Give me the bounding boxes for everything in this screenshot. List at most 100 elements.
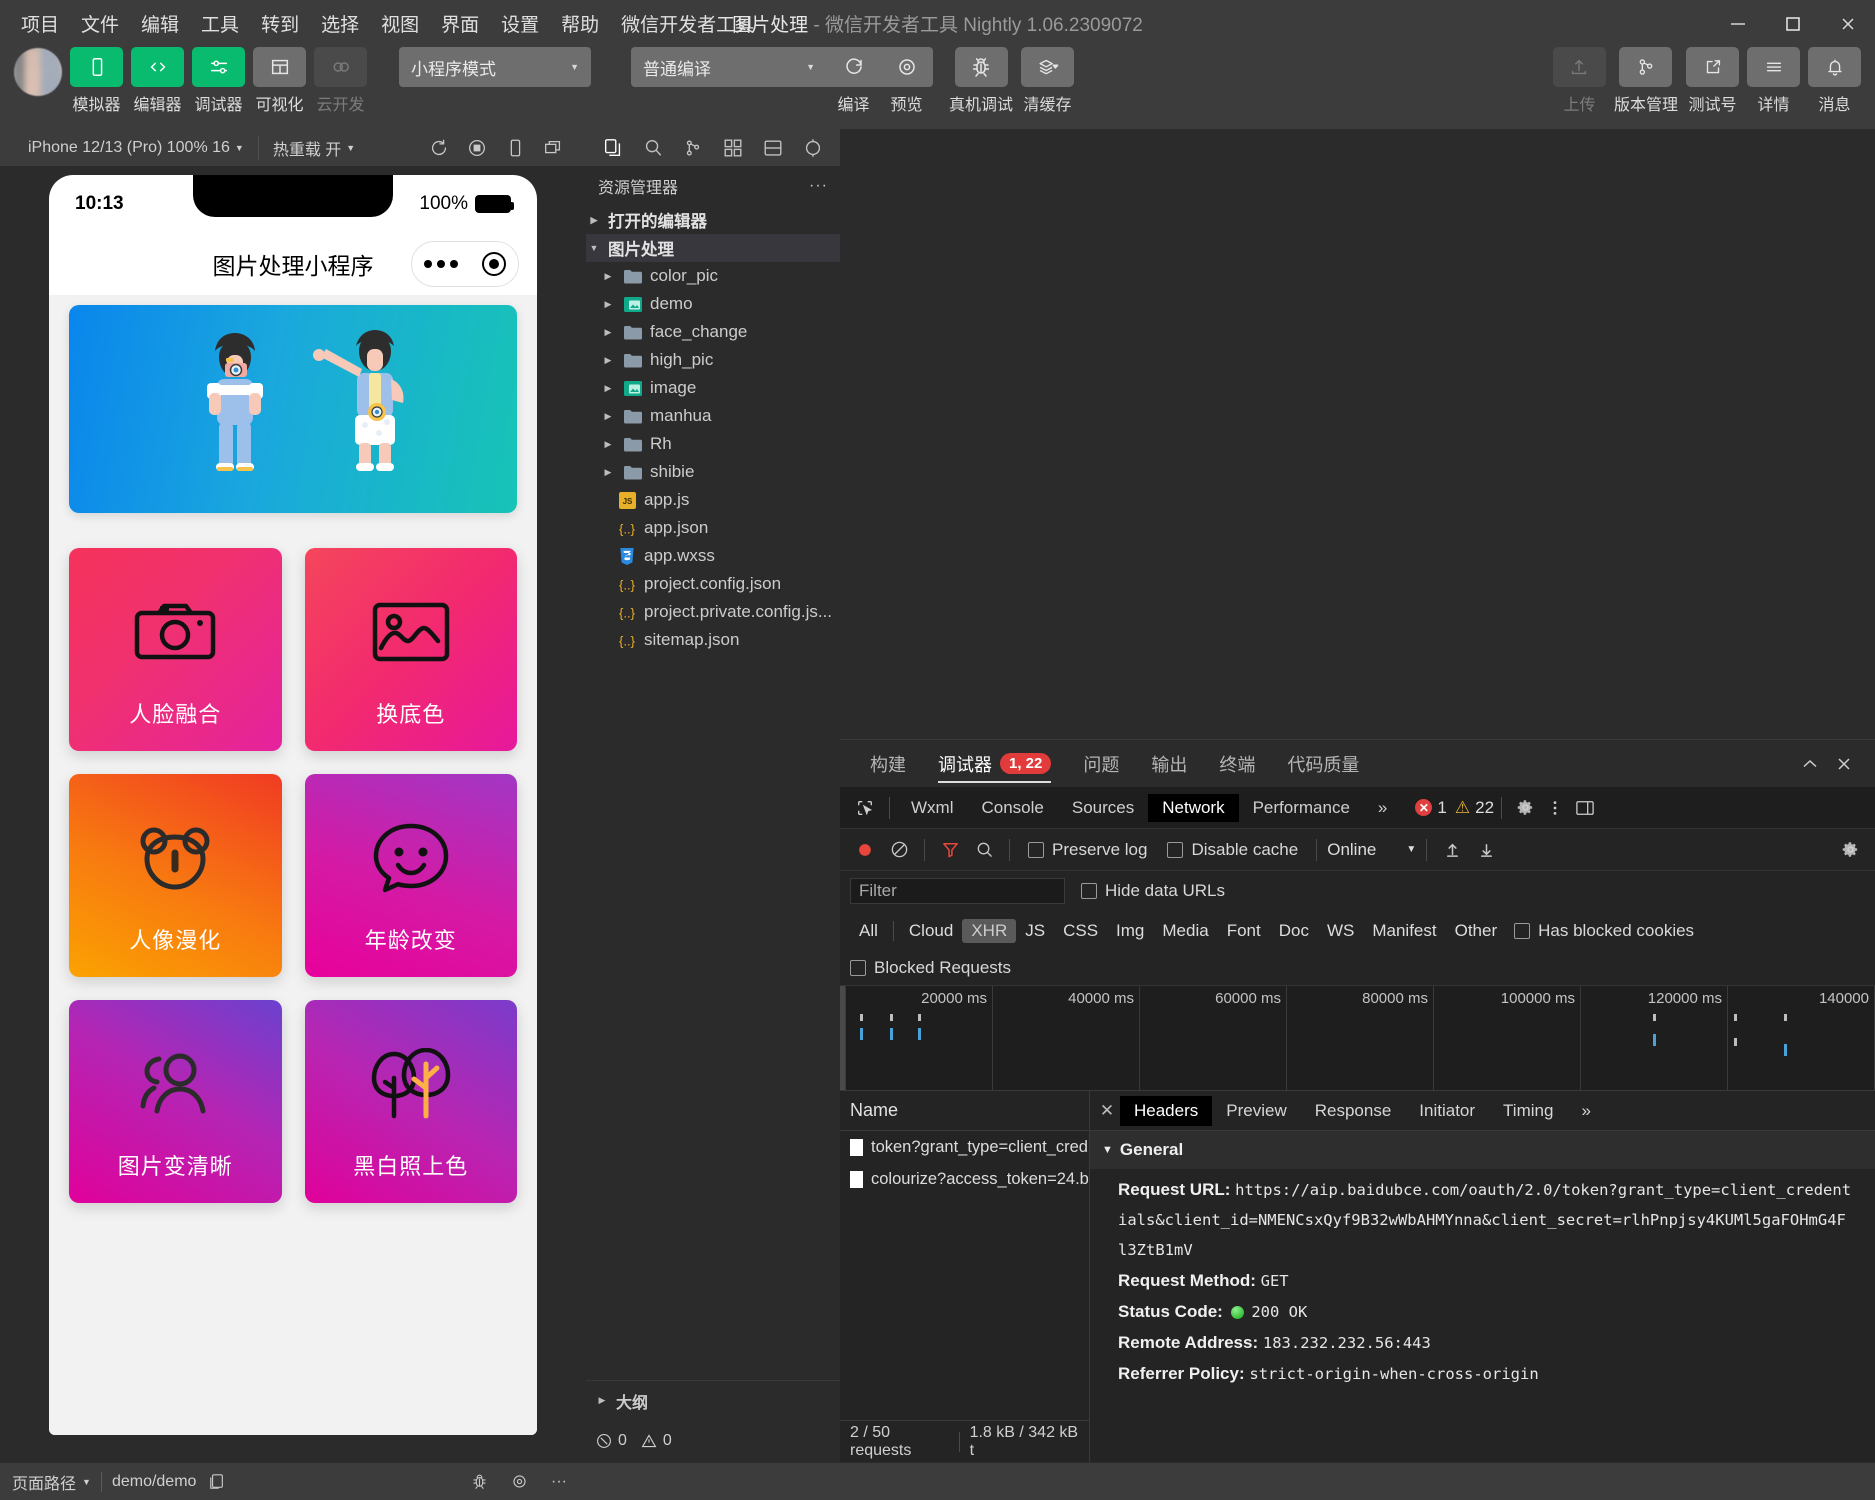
menu-item-devtools[interactable]: 微信开发者工具: [610, 6, 765, 41]
maximize-button[interactable]: [1765, 0, 1820, 47]
close-icon[interactable]: [1827, 746, 1861, 782]
simulator-refresh-icon[interactable]: [420, 137, 458, 159]
tree-section-open-editors[interactable]: ▶ 打开的编辑器: [586, 206, 840, 234]
error-count-item[interactable]: 0: [596, 1432, 627, 1450]
type-filter-font[interactable]: Font: [1218, 919, 1270, 943]
menu-item-edit[interactable]: 编辑: [130, 6, 190, 41]
subtab-sources[interactable]: Sources: [1058, 794, 1148, 822]
feature-card-age-change[interactable]: 年龄改变: [304, 774, 517, 977]
detail-tab-overflow[interactable]: »: [1567, 1096, 1604, 1126]
general-section-header[interactable]: ▼ General: [1090, 1131, 1875, 1169]
toolbar-real-debug[interactable]: 真机调试: [949, 47, 1013, 115]
simulator-device-icon[interactable]: [496, 137, 534, 159]
type-filter-doc[interactable]: Doc: [1270, 919, 1318, 943]
eye-icon[interactable]: [504, 1472, 534, 1491]
menu-item-file[interactable]: 文件: [70, 6, 130, 41]
feature-card-enhance[interactable]: 图片变清晰: [69, 1000, 282, 1203]
tree-item-app-js[interactable]: JS app.js: [586, 486, 840, 514]
compile-select-control[interactable]: 普通编译 ▼: [631, 47, 827, 87]
request-row[interactable]: colourize?access_token=24.b4...: [840, 1163, 1089, 1195]
filter-input[interactable]: Filter: [850, 878, 1065, 904]
close-detail-icon[interactable]: ✕: [1094, 1101, 1120, 1121]
tree-item-face_change[interactable]: ▶ face_change: [586, 318, 840, 346]
inspect-element-icon[interactable]: [848, 799, 882, 817]
toolbar-testid[interactable]: 测试号: [1686, 47, 1739, 115]
files-icon[interactable]: [594, 132, 632, 164]
feature-card-cartoonify[interactable]: 人像漫化: [69, 774, 282, 977]
copy-icon[interactable]: [206, 1473, 228, 1490]
feature-card-colorize[interactable]: 黑白照上色: [304, 1000, 517, 1203]
editor-area[interactable]: [840, 129, 1875, 739]
toolbar-visual[interactable]: 可视化: [253, 47, 306, 115]
subtab-console[interactable]: Console: [967, 794, 1057, 822]
split-icon[interactable]: [754, 132, 792, 164]
toolbar-cloud[interactable]: 云开发: [314, 47, 367, 115]
tree-item-app-wxss[interactable]: app.wxss: [586, 542, 840, 570]
chevron-up-icon[interactable]: [1793, 746, 1827, 782]
tree-item-color_pic[interactable]: ▶ color_pic: [586, 262, 840, 290]
preserve-log-checkbox[interactable]: Preserve log: [1020, 840, 1155, 860]
subtab-network[interactable]: Network: [1148, 793, 1239, 822]
type-filter-js[interactable]: JS: [1016, 919, 1054, 943]
network-timeline[interactable]: 20000 ms 40000 ms 60000 ms 80000 ms 1000…: [840, 985, 1875, 1090]
filter-icon[interactable]: [935, 835, 965, 865]
more-icon[interactable]: ···: [544, 1473, 574, 1491]
subtab-overflow[interactable]: »: [1364, 794, 1401, 822]
error-chip[interactable]: ✕ 1: [1415, 798, 1447, 818]
wechat-capsule[interactable]: [411, 241, 519, 287]
type-filter-other[interactable]: Other: [1446, 919, 1507, 943]
compile-select[interactable]: 普通编译 ▼: [631, 47, 827, 87]
more-icon[interactable]: ···: [809, 177, 828, 195]
close-button[interactable]: [1820, 0, 1875, 47]
type-filter-ws[interactable]: WS: [1318, 919, 1363, 943]
detail-tab-response[interactable]: Response: [1301, 1096, 1406, 1126]
has-blocked-cookies-checkbox[interactable]: Has blocked cookies: [1506, 921, 1702, 941]
toolbar-upload[interactable]: 上传: [1552, 47, 1606, 115]
mode-select-control[interactable]: 小程序模式 ▼: [399, 47, 591, 87]
request-row[interactable]: token?grant_type=client_cred...: [840, 1131, 1089, 1163]
debug-icon[interactable]: [794, 132, 832, 164]
outline-section[interactable]: ▶ 大纲: [586, 1380, 840, 1420]
more-dots-icon[interactable]: [424, 260, 458, 268]
type-filter-manifest[interactable]: Manifest: [1363, 919, 1445, 943]
tree-item-app-json[interactable]: {..} app.json: [586, 514, 840, 542]
tree-item-Rh[interactable]: ▶ Rh: [586, 430, 840, 458]
feature-card-face-fusion[interactable]: 人脸融合: [69, 548, 282, 751]
type-filter-xhr[interactable]: XHR: [962, 919, 1017, 943]
throttling-select[interactable]: Online ▼: [1327, 840, 1416, 860]
type-filter-img[interactable]: Img: [1107, 919, 1153, 943]
network-settings-gear-icon[interactable]: [1835, 835, 1865, 865]
type-filter-all[interactable]: All: [850, 919, 887, 943]
toolbar-preview[interactable]: 预览: [880, 47, 933, 115]
menu-item-interface[interactable]: 界面: [430, 6, 490, 41]
simulator-multiwindow-icon[interactable]: [534, 137, 572, 159]
menu-item-tools[interactable]: 工具: [190, 6, 250, 41]
toolbar-simulator[interactable]: 模拟器: [70, 47, 123, 115]
menu-item-goto[interactable]: 转到: [250, 6, 310, 41]
record-icon[interactable]: [850, 835, 880, 865]
dock-side-icon[interactable]: [1569, 799, 1601, 817]
toolbar-clear-cache[interactable]: 清缓存: [1021, 47, 1075, 115]
page-path-selector[interactable]: 页面路径 ▼: [12, 1470, 91, 1494]
bug-icon[interactable]: [464, 1472, 494, 1491]
more-vertical-icon[interactable]: [1541, 799, 1569, 817]
close-circle-icon[interactable]: [482, 252, 506, 276]
toolbar-messages[interactable]: 消息: [1808, 47, 1861, 115]
tree-item-sitemap-json[interactable]: {..} sitemap.json: [586, 626, 840, 654]
tree-item-demo[interactable]: ▶ demo: [586, 290, 840, 318]
clear-icon[interactable]: [884, 835, 914, 865]
menu-item-project[interactable]: 项目: [10, 6, 70, 41]
type-filter-media[interactable]: Media: [1153, 919, 1217, 943]
tree-item-manhua[interactable]: ▶ manhua: [586, 402, 840, 430]
toolbar-details[interactable]: 详情: [1747, 47, 1800, 115]
device-selector[interactable]: iPhone 12/13 (Pro) 100% 16 ▼: [14, 139, 258, 157]
search-icon[interactable]: [969, 835, 999, 865]
menu-item-settings[interactable]: 设置: [490, 6, 550, 41]
tree-item-image[interactable]: ▶ image: [586, 374, 840, 402]
tree-item-high_pic[interactable]: ▶ high_pic: [586, 346, 840, 374]
simulator-record-stop-icon[interactable]: [458, 137, 496, 159]
devtools-tab-code-quality[interactable]: 代码质量: [1271, 740, 1375, 787]
mode-select[interactable]: 小程序模式 ▼: [399, 47, 591, 87]
search-icon[interactable]: [634, 132, 672, 164]
export-har-icon[interactable]: [1471, 835, 1501, 865]
